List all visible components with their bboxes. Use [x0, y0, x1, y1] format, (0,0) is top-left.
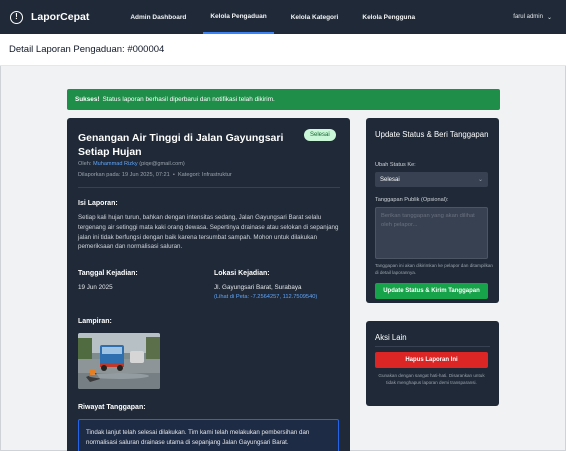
other-actions-title: Aksi Lain: [375, 333, 407, 342]
brand-name: LaporCepat: [31, 11, 90, 23]
delete-report-button[interactable]: Hapus Laporan Ini: [375, 352, 488, 368]
response-field-label: Tanggapan Publik (Opsional):: [375, 197, 449, 203]
alert-strong: Sukses!: [75, 96, 100, 103]
reporter-email: (piqe@gmail.com): [139, 161, 185, 167]
update-status-card: Update Status & Beri Tanggapan Ubah Stat…: [366, 118, 499, 303]
status-badge: Selesai: [304, 129, 336, 141]
flood-photo-image: [78, 333, 160, 389]
location-value: Jl. Gayungsari Barat, Surabaya: [214, 284, 302, 291]
chevron-down-icon: ⌄: [546, 14, 552, 21]
alert-message: Status laporan berhasil diperbarui dan n…: [102, 96, 275, 103]
status-field-label: Ubah Status Ke:: [375, 162, 416, 168]
author-prefix: Oleh:: [78, 161, 92, 167]
update-submit-button[interactable]: Update Status & Kirim Tanggapan: [375, 283, 488, 299]
page-title: Detail Laporan Pengaduan: #000004: [9, 44, 165, 55]
brand[interactable]: ! LaporCepat: [10, 10, 90, 24]
attachment-label: Lampiran:: [78, 318, 112, 325]
alert-circle-icon: !: [10, 10, 23, 24]
response-textarea[interactable]: Berikan tanggapan yang akan dilihat oleh…: [375, 207, 488, 259]
date-label: Tanggal Kejadian:: [78, 270, 138, 277]
response-hint: Tanggapan ini akan dikirimkan ke pelapor…: [375, 263, 493, 275]
report-description: Setiap kali hujan turun, bahkan dengan i…: [78, 214, 339, 251]
nav-link-kelola-kategori[interactable]: Kelola Kategori: [284, 0, 346, 34]
user-menu[interactable]: farul admin ⌄: [513, 0, 552, 34]
report-meta: Dilaporkan pada: 19 Jun 2025, 07:21 • Ka…: [78, 172, 232, 178]
divider: [375, 346, 490, 347]
nav-link-admin-dashboard[interactable]: Admin Dashboard: [123, 0, 193, 34]
delete-warning: Gunakan dengan sangat hati-hati. Disaran…: [378, 373, 485, 385]
date-value: 19 Jun 2025: [78, 284, 113, 291]
update-card-title: Update Status & Beri Tanggapan: [375, 130, 489, 139]
location-label: Lokasi Kejadian:: [214, 270, 270, 277]
history-label: Riwayat Tanggapan:: [78, 404, 146, 411]
meta-separator: •: [171, 172, 177, 178]
report-card: Genangan Air Tinggi di Jalan Gayungsari …: [67, 118, 350, 451]
status-select[interactable]: Selesai ⌄: [375, 172, 488, 187]
response-history-item: Tindak lanjut telah selesai dilakukan. T…: [78, 419, 339, 451]
description-label: Isi Laporan:: [78, 200, 118, 207]
other-actions-card: Aksi Lain Hapus Laporan Ini Gunakan deng…: [366, 321, 499, 406]
response-text: Tindak lanjut telah selesai dilakukan. T…: [86, 429, 310, 446]
nav-link-kelola-pengaduan[interactable]: Kelola Pengaduan: [203, 0, 274, 34]
success-alert: Sukses! Status laporan berhasil diperbar…: [67, 89, 500, 110]
user-name: farul admin: [513, 14, 543, 20]
attachment-photo[interactable]: [78, 333, 160, 389]
nav-link-kelola-pengguna[interactable]: Kelola Pengguna: [355, 0, 422, 34]
reported-on: Dilaporkan pada: 19 Jun 2025, 07:21: [78, 172, 170, 178]
nav-links: Admin Dashboard Kelola Pengaduan Kelola …: [123, 0, 432, 34]
response-placeholder: Berikan tanggapan yang akan dilihat oleh…: [381, 213, 475, 228]
report-title: Genangan Air Tinggi di Jalan Gayungsari …: [78, 132, 284, 158]
divider: [78, 187, 340, 188]
status-select-value: Selesai: [380, 176, 400, 183]
report-category: Kategori: Infrastruktur: [177, 172, 232, 178]
reporter-link[interactable]: Muhammad Rizky: [93, 161, 138, 167]
page-header: Detail Laporan Pengaduan: #000004: [0, 34, 566, 66]
chevron-down-icon: ⌄: [477, 177, 483, 183]
top-navbar: ! LaporCepat Admin Dashboard Kelola Peng…: [0, 0, 566, 34]
report-author: Oleh: Muhammad Rizky (piqe@gmail.com): [78, 161, 185, 167]
map-link[interactable]: (Lihat di Peta: -7.2564257, 112.7509540): [214, 294, 317, 300]
